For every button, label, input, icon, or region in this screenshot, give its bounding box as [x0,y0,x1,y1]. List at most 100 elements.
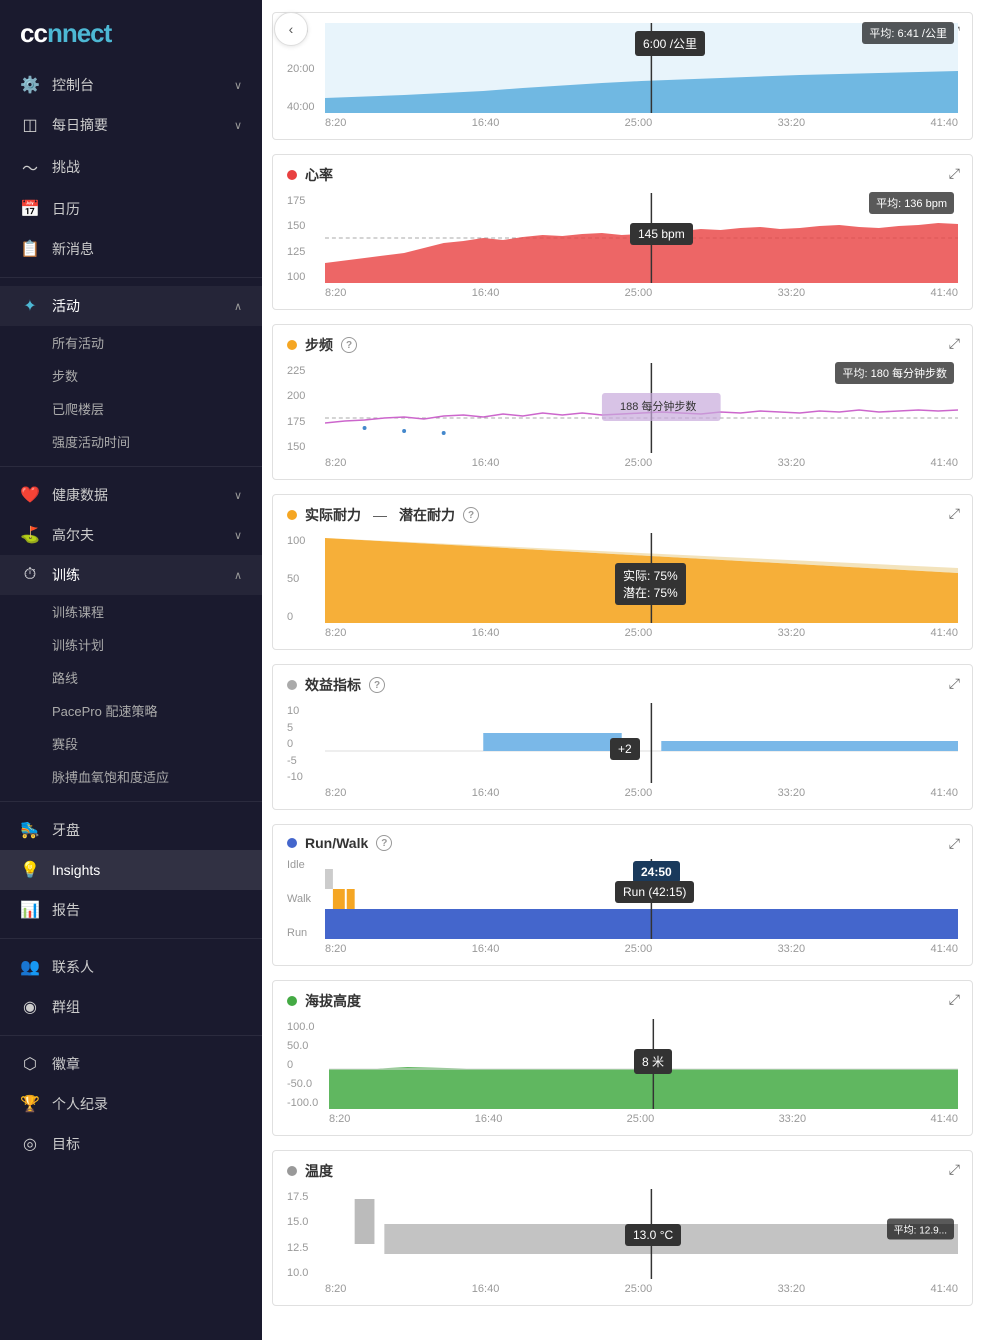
sidebar-sub-pacepro[interactable]: PacePro 配速策略 [52,694,262,727]
temp-dot [287,1166,297,1176]
sidebar-item-activities[interactable]: ✦ 活动 ∧ [0,286,262,326]
sidebar-item-insights[interactable]: 💡 Insights [0,850,262,890]
sidebar-item-reports[interactable]: 📊 报告 [0,890,262,930]
hr-dot [287,170,297,180]
perf-dot [287,680,297,690]
perf-help-icon[interactable]: ? [369,677,385,693]
runwalk-title: Run/Walk ? [287,835,958,851]
stamina-dot [287,510,297,520]
health-icon: ❤️ [20,485,40,505]
sidebar: ccnnect ⚙️ 控制台 ∨ ◫ 每日摘要 ∨ 〜 挑战 📅 日历 📋 新消… [0,0,262,1340]
sidebar-sub-floors[interactable]: 已爬楼层 [52,392,262,425]
temp-chart-svg [325,1189,958,1279]
sidebar-item-golf[interactable]: ⛳ 高尔夫 ∨ [0,515,262,555]
cadence-dot [287,340,297,350]
runwalk-chart-svg [325,859,958,939]
sidebar-item-groups[interactable]: ◉ 群组 [0,987,262,1027]
sidebar-item-daily[interactable]: ◫ 每日摘要 ∨ [0,105,262,145]
sidebar-item-messages[interactable]: 📋 新消息 [0,229,262,269]
stamina-chart-panel: 实际耐力 — 潜在耐力 ? ⤢ 100 50 0 [272,494,973,650]
expand-icon[interactable]: ⤢ [949,505,960,522]
perf-x-labels: 8:20 16:40 25:00 33:20 41:40 [325,787,958,799]
activities-icon: ✦ [20,296,40,316]
sidebar-item-cycling[interactable]: 🛼 牙盘 [0,810,262,850]
cadence-help-icon[interactable]: ? [341,337,357,353]
reports-icon: 📊 [20,900,40,920]
sidebar-sub-segments[interactable]: 赛段 [52,727,262,760]
charts-container: ⤢ 0:00 20:00 40:00 [262,12,983,1340]
expand-icon[interactable]: ⤢ [949,1161,960,1178]
stamina-title: 实际耐力 — 潜在耐力 ? [287,505,958,525]
perf-chart-svg [325,703,958,783]
sidebar-sub-courses[interactable]: 训练课程 [52,595,262,628]
groups-icon: ◉ [20,997,40,1017]
cycling-icon: 🛼 [20,820,40,840]
chevron-icon: ∨ [234,529,242,542]
cadence-avg-badge: 平均: 180 每分钟步数 [835,362,954,384]
activities-submenu: 所有活动 步数 已爬楼层 强度活动时间 [0,326,262,458]
stamina-x-labels: 8:20 16:40 25:00 33:20 41:40 [325,627,958,639]
expand-icon[interactable]: ⤢ [949,335,960,352]
daily-icon: ◫ [20,115,40,135]
elev-dot [287,996,297,1006]
temp-avg-badge: 平均: 12.9... [887,1219,954,1240]
contacts-icon: 👥 [20,957,40,977]
chevron-icon: ∨ [234,119,242,132]
back-button[interactable]: ‹ [274,12,308,46]
calendar-icon: 📅 [20,199,40,219]
app-logo: ccnnect [0,0,262,65]
sidebar-sub-routes[interactable]: 路线 [52,661,262,694]
insights-icon: 💡 [20,860,40,880]
messages-icon: 📋 [20,239,40,259]
badges-icon: ⬡ [20,1054,40,1074]
pace-chart-panel: ⤢ 0:00 20:00 40:00 [272,12,973,140]
expand-icon[interactable]: ⤢ [949,991,960,1008]
sidebar-item-records[interactable]: 🏆 个人纪录 [0,1084,262,1124]
temp-x-labels: 8:20 16:40 25:00 33:20 41:40 [325,1283,958,1295]
performance-title: 效益指标 ? [287,675,958,695]
elev-x-labels: 8:20 16:40 25:00 33:20 41:40 [329,1113,958,1125]
cadence-title: 步频 ? [287,335,958,355]
sidebar-sub-all-activities[interactable]: 所有活动 [52,326,262,359]
heartrate-title: 心率 [287,165,958,185]
elevation-chart-panel: 海拔高度 ⤢ 100.0 50.0 0 -50.0 -100.0 [272,980,973,1136]
heartrate-chart-panel: 心率 ⤢ 175 150 125 100 [272,154,973,310]
temperature-title: 温度 [287,1161,958,1181]
pace-avg-badge: 平均: 6:41 /公里 [862,22,954,44]
chevron-icon: ∨ [234,489,242,502]
elev-chart-svg [329,1019,958,1109]
chevron-up-icon: ∧ [234,569,242,582]
expand-icon[interactable]: ⤢ [949,165,960,182]
sidebar-sub-intensity[interactable]: 强度活动时间 [52,425,262,458]
records-icon: 🏆 [20,1094,40,1114]
goals-icon: ◎ [20,1134,40,1154]
runwalk-help-icon[interactable]: ? [376,835,392,851]
cadence-tooltip: 188 每分钟步数 [620,398,696,414]
sidebar-sub-steps[interactable]: 步数 [52,359,262,392]
dashboard-icon: ⚙️ [20,75,40,95]
expand-icon[interactable]: ⤢ [949,675,960,692]
elevation-title: 海拔高度 [287,991,958,1011]
sidebar-item-calendar[interactable]: 📅 日历 [0,189,262,229]
sidebar-item-badges[interactable]: ⬡ 徽章 [0,1044,262,1084]
sidebar-item-health[interactable]: ❤️ 健康数据 ∨ [0,475,262,515]
training-submenu: 训练课程 训练计划 路线 PacePro 配速策略 赛段 脉搏血氧饱和度适应 [0,595,262,793]
performance-chart-panel: 效益指标 ? ⤢ 10 5 0 -5 -10 [272,664,973,810]
pace-y-label-1: 20:00 [287,63,325,75]
runwalk-chart-panel: Run/Walk ? ⤢ Idle Walk Run [272,824,973,966]
golf-icon: ⛳ [20,525,40,545]
stamina-chart-svg [325,533,958,623]
sidebar-item-dashboard[interactable]: ⚙️ 控制台 ∨ [0,65,262,105]
sidebar-sub-spo2[interactable]: 脉搏血氧饱和度适应 [52,760,262,793]
sidebar-item-training[interactable]: ⏱ 训练 ∧ [0,555,262,595]
runwalk-dot [287,838,297,848]
sidebar-item-challenges[interactable]: 〜 挑战 [0,145,262,189]
sidebar-item-goals[interactable]: ◎ 目标 [0,1124,262,1164]
expand-icon[interactable]: ⤢ [949,835,960,852]
chevron-up-icon: ∧ [234,300,242,313]
main-content: ‹ ⤢ 0:00 20:00 40:00 [262,0,983,1340]
sidebar-item-contacts[interactable]: 👥 联系人 [0,947,262,987]
sidebar-sub-plans[interactable]: 训练计划 [52,628,262,661]
stamina-help-icon[interactable]: ? [463,507,479,523]
runwalk-x-labels: 8:20 16:40 25:00 33:20 41:40 [325,943,958,955]
